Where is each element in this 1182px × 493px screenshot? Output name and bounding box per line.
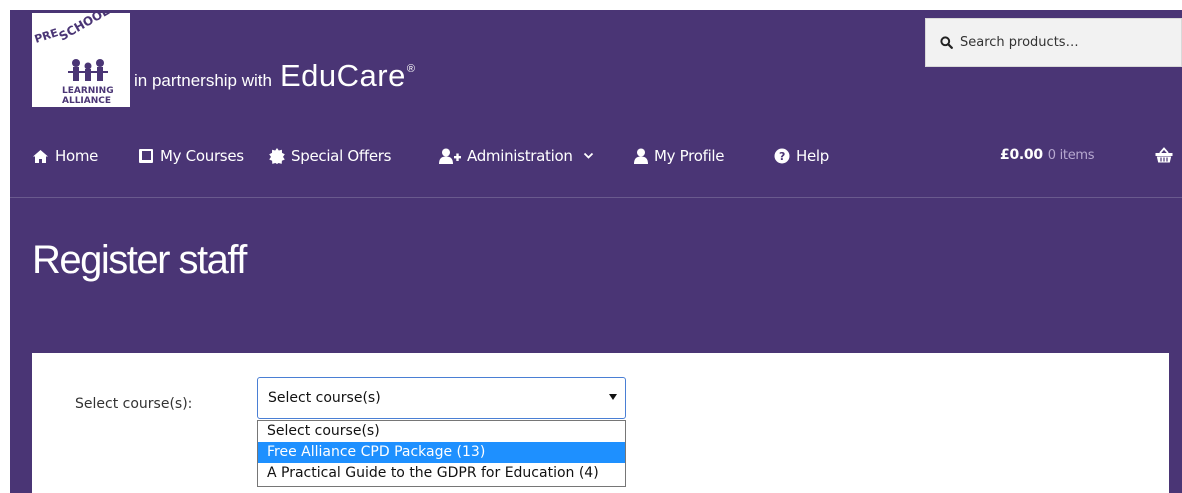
svg-text:ALLIANCE: ALLIANCE: [62, 96, 111, 106]
nav-label-help: Help: [796, 147, 829, 165]
course-dropdown-list: Select course(s) Free Alliance CPD Packa…: [257, 420, 626, 487]
registered-mark: ®: [406, 63, 415, 75]
nav-label-special-offers: Special Offers: [291, 147, 392, 165]
course-option[interactable]: A Practical Guide to the GDPR for Educat…: [258, 463, 625, 484]
cart-price: £0.00: [1000, 147, 1043, 163]
user-icon: [634, 148, 648, 164]
nav-item-my-courses[interactable]: My Courses: [138, 147, 244, 165]
course-select[interactable]: Select course(s): [257, 377, 626, 419]
svg-text:SCHOOL: SCHOOL: [57, 13, 112, 44]
course-option-highlighted[interactable]: Free Alliance CPD Package (13): [258, 442, 625, 463]
logo-graphic: PRE SCHOOL LEARNING ALLIANCE: [33, 13, 114, 106]
dropdown-arrow-icon: [609, 394, 617, 400]
partnership-tagline: in partnership with EduCare ®: [134, 58, 415, 98]
course-select-value: Select course(s): [268, 390, 381, 406]
nav-label-my-courses: My Courses: [160, 147, 244, 165]
nav-item-home[interactable]: Home: [32, 147, 98, 165]
book-icon: [139, 149, 153, 163]
cart-button[interactable]: [1155, 147, 1179, 163]
home-icon: [33, 149, 48, 163]
nav-label-home: Home: [55, 147, 99, 165]
svg-text:PRE: PRE: [33, 26, 60, 46]
register-staff-form: Select course(s): Select course(s) Selec…: [32, 353, 1169, 493]
svg-text:?: ?: [779, 150, 785, 163]
cart-summary[interactable]: £0.00 0 items: [1000, 147, 1095, 163]
question-circle-icon: ?: [774, 148, 790, 164]
page-background: PRE SCHOOL LEARNING ALLIANCE in partners…: [10, 10, 1182, 493]
nav-label-administration: Administration: [467, 147, 573, 165]
educare-brand: EduCare: [279, 58, 406, 93]
nav-item-help[interactable]: ? Help: [774, 147, 829, 165]
chevron-down-icon[interactable]: [583, 152, 594, 160]
course-option[interactable]: Select course(s): [258, 421, 625, 442]
header-divider: [10, 197, 1182, 198]
nav-item-my-profile[interactable]: My Profile: [634, 147, 725, 165]
preschool-learning-alliance-logo[interactable]: PRE SCHOOL LEARNING ALLIANCE: [32, 13, 130, 107]
search-bar[interactable]: [925, 18, 1182, 67]
search-input[interactable]: [960, 35, 1170, 50]
course-select-label: Select course(s):: [75, 396, 193, 412]
basket-icon: [1155, 147, 1173, 163]
search-icon: [940, 36, 953, 49]
cart-item-count: 0 items: [1047, 147, 1095, 163]
svg-text:LEARNING: LEARNING: [62, 86, 114, 96]
user-plus-icon: [439, 148, 461, 164]
certificate-icon: [269, 148, 285, 164]
nav-label-my-profile: My Profile: [654, 147, 725, 165]
partnership-text: in partnership with: [134, 71, 272, 90]
page-title: Register staff: [32, 238, 247, 282]
nav-item-administration[interactable]: Administration: [439, 147, 594, 165]
main-navigation: Home My Courses Special Offers Administr…: [10, 135, 1182, 177]
nav-item-special-offers[interactable]: Special Offers: [269, 147, 392, 165]
